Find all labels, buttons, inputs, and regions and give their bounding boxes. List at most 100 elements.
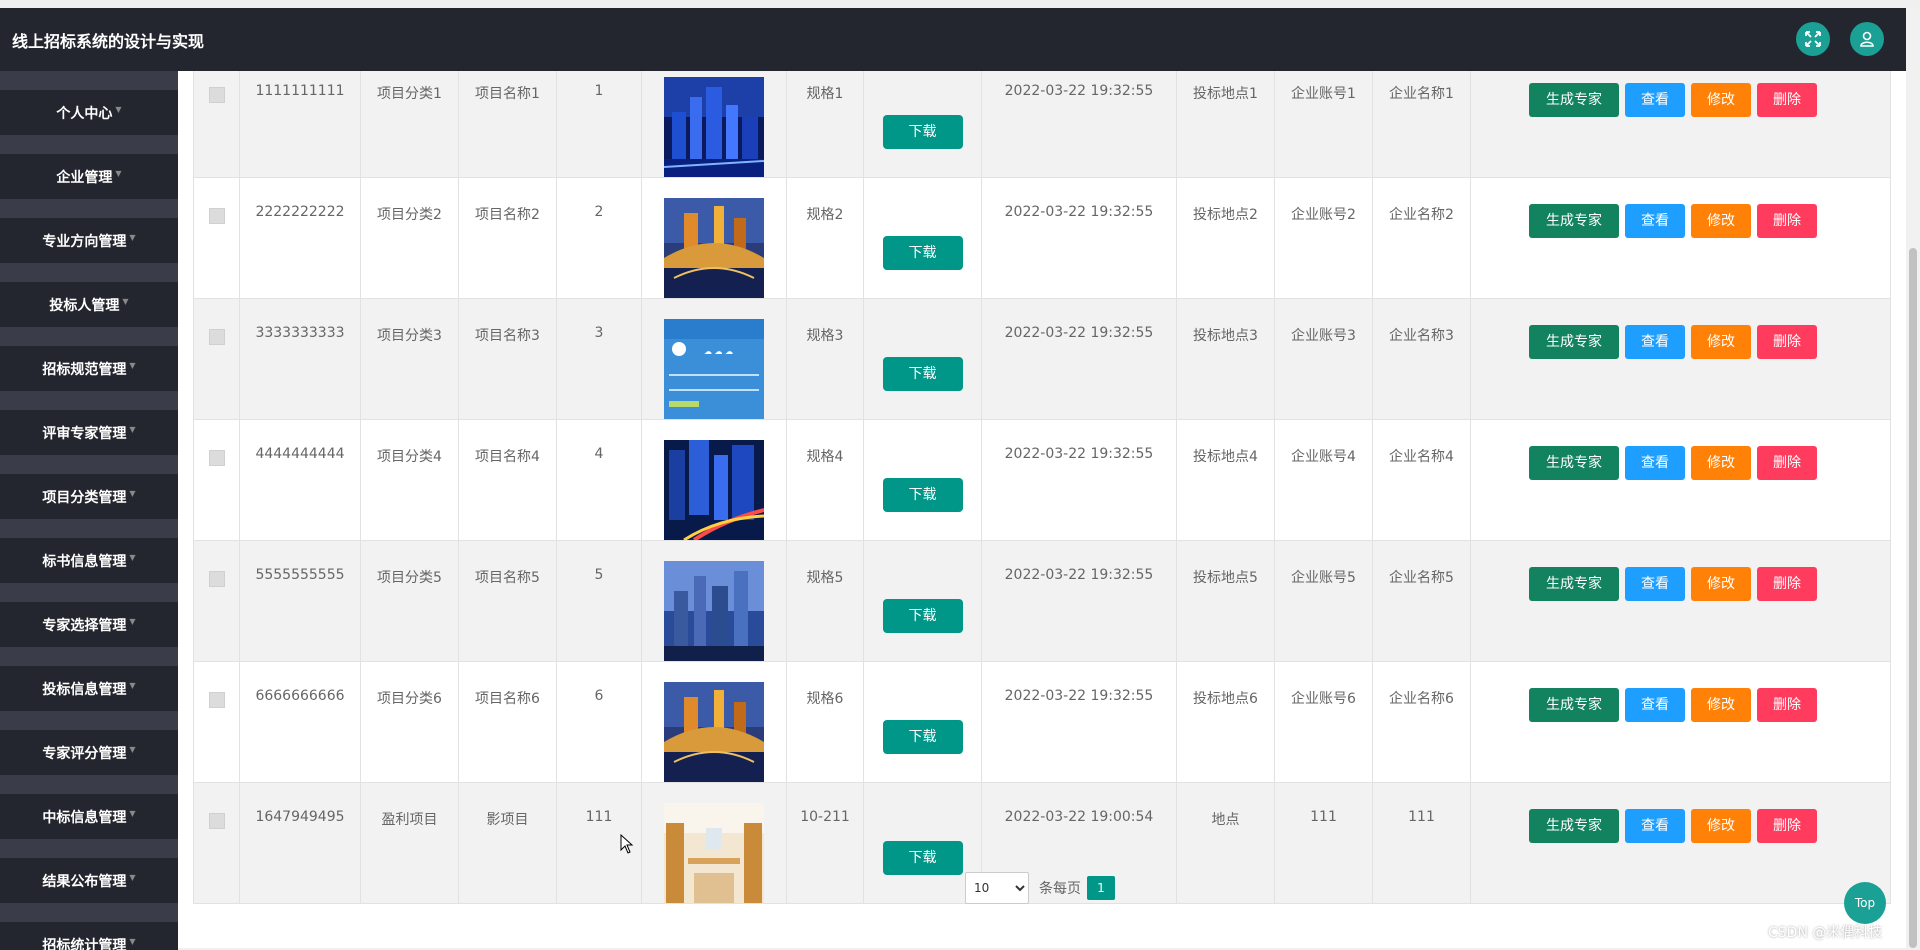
edit-button[interactable]: 修改	[1691, 688, 1751, 722]
download-button[interactable]: 下载	[882, 720, 963, 754]
sidebar-item-result[interactable]: 结果公布管理 ▼	[0, 858, 178, 903]
sidebar-item-major[interactable]: 专业方向管理 ▼	[0, 218, 178, 263]
sidebar-item-expert-score[interactable]: 专家评分管理 ▼	[0, 730, 178, 775]
generate-expert-button[interactable]: 生成专家	[1529, 204, 1619, 238]
generate-expert-button[interactable]: 生成专家	[1529, 567, 1619, 601]
row-checkbox[interactable]	[208, 450, 225, 466]
view-button[interactable]: 查看	[1625, 567, 1685, 601]
edit-button[interactable]: 修改	[1691, 567, 1751, 601]
sidebar-item-label: 中标信息管理	[42, 809, 127, 826]
cell-qty: 2	[556, 177, 642, 299]
user-icon	[1860, 31, 1874, 47]
page-size-select[interactable]: 102050100	[965, 872, 1029, 904]
sidebar-item-label: 企业管理	[56, 169, 113, 186]
chevron-down-icon: ▼	[129, 361, 136, 370]
delete-button[interactable]: 删除	[1757, 809, 1817, 843]
sidebar-item-bid-info[interactable]: 投标信息管理 ▼	[0, 666, 178, 711]
download-button[interactable]: 下载	[882, 478, 963, 512]
view-button[interactable]: 查看	[1625, 204, 1685, 238]
download-button[interactable]: 下载	[882, 357, 963, 391]
download-button[interactable]: 下载	[882, 841, 963, 875]
cell-company: 企业名称1	[1372, 71, 1471, 178]
sidebar-item-label: 结果公布管理	[42, 873, 127, 890]
view-button[interactable]: 查看	[1625, 446, 1685, 480]
row-checkbox[interactable]	[208, 692, 225, 708]
sidebar-item-category[interactable]: 项目分类管理 ▼	[0, 474, 178, 519]
row-checkbox[interactable]	[208, 329, 225, 345]
cell-category: 项目分类4	[360, 419, 459, 541]
delete-button[interactable]: 删除	[1757, 567, 1817, 601]
generate-expert-button[interactable]: 生成专家	[1529, 325, 1619, 359]
sidebar-item-label: 标书信息管理	[42, 553, 127, 570]
row-thumbnail	[664, 198, 764, 298]
bid-doc-table: 1111111111 项目分类1 项目名称1 1 规格1 下载 2022-03-22 19:…	[193, 71, 1891, 904]
generate-expert-button[interactable]: 生成专家	[1529, 446, 1619, 480]
cell-name: 项目名称2	[458, 177, 557, 299]
sidebar-item-label: 专家评分管理	[42, 745, 127, 762]
sidebar-item-personal-center[interactable]: 个人中心 ▼	[0, 90, 178, 135]
sidebar-item-expert[interactable]: 评审专家管理 ▼	[0, 410, 178, 455]
edit-button[interactable]: 修改	[1691, 446, 1751, 480]
chevron-down-icon: ▼	[129, 489, 136, 498]
cell-spec: 10-211	[786, 782, 864, 904]
view-button[interactable]: 查看	[1625, 325, 1685, 359]
cell-id: 2222222222	[239, 177, 361, 299]
delete-button[interactable]: 删除	[1757, 688, 1817, 722]
sidebar-item-label: 评审专家管理	[42, 425, 127, 442]
delete-button[interactable]: 删除	[1757, 204, 1817, 238]
delete-button[interactable]: 删除	[1757, 83, 1817, 117]
chevron-down-icon: ▼	[129, 873, 136, 882]
fullscreen-button[interactable]	[1796, 22, 1830, 56]
sidebar-item-label: 招标统计管理	[42, 937, 127, 950]
scrollbar-thumb[interactable]	[1909, 248, 1917, 948]
row-thumbnail	[664, 561, 764, 661]
chevron-down-icon: ▼	[129, 681, 136, 690]
download-button[interactable]: 下载	[882, 115, 963, 149]
cell-place: 投标地点5	[1176, 540, 1275, 662]
cell-name: 项目名称4	[458, 419, 557, 541]
cell-spec: 规格4	[786, 419, 864, 541]
sidebar-item-statistics[interactable]: 招标统计管理 ▼	[0, 922, 178, 950]
sidebar-item-bidder[interactable]: 投标人管理 ▼	[0, 282, 178, 327]
cell-category: 项目分类3	[360, 298, 459, 420]
cell-qty: 5	[556, 540, 642, 662]
sidebar-item-winning[interactable]: 中标信息管理 ▼	[0, 794, 178, 839]
user-menu-button[interactable]	[1850, 22, 1884, 56]
sidebar-item-enterprise[interactable]: 企业管理 ▼	[0, 154, 178, 199]
sidebar-item-tender-spec[interactable]: 招标规范管理 ▼	[0, 346, 178, 391]
sidebar-item-bid-doc[interactable]: 标书信息管理 ▼	[0, 538, 178, 583]
page-scrollbar[interactable]	[1906, 8, 1920, 948]
row-checkbox[interactable]	[208, 87, 225, 103]
row-checkbox[interactable]	[208, 208, 225, 224]
edit-button[interactable]: 修改	[1691, 325, 1751, 359]
view-button[interactable]: 查看	[1625, 83, 1685, 117]
sidebar-item-expert-select[interactable]: 专家选择管理 ▼	[0, 602, 178, 647]
cell-category: 项目分类1	[360, 71, 459, 178]
cell-id: 1647949495	[239, 782, 361, 904]
edit-button[interactable]: 修改	[1691, 83, 1751, 117]
download-button[interactable]: 下载	[882, 236, 963, 270]
cell-place: 投标地点2	[1176, 177, 1275, 299]
delete-button[interactable]: 删除	[1757, 325, 1817, 359]
row-checkbox[interactable]	[208, 813, 225, 829]
generate-expert-button[interactable]: 生成专家	[1529, 809, 1619, 843]
cell-company: 111	[1372, 782, 1471, 904]
cell-place: 投标地点4	[1176, 419, 1275, 541]
cell-place: 地点	[1176, 782, 1275, 904]
generate-expert-button[interactable]: 生成专家	[1529, 83, 1619, 117]
app-title: 线上招标系统的设计与实现	[12, 32, 205, 51]
edit-button[interactable]: 修改	[1691, 809, 1751, 843]
page-number-button[interactable]: 1	[1087, 876, 1115, 900]
delete-button[interactable]: 删除	[1757, 446, 1817, 480]
view-button[interactable]: 查看	[1625, 688, 1685, 722]
generate-expert-button[interactable]: 生成专家	[1529, 688, 1619, 722]
edit-button[interactable]: 修改	[1691, 204, 1751, 238]
row-checkbox[interactable]	[208, 571, 225, 587]
cell-category: 项目分类2	[360, 177, 459, 299]
cell-company: 企业名称6	[1372, 661, 1471, 783]
chevron-down-icon: ▼	[129, 233, 136, 242]
download-button[interactable]: 下载	[882, 599, 963, 633]
sidebar-item-label: 项目分类管理	[42, 489, 127, 506]
view-button[interactable]: 查看	[1625, 809, 1685, 843]
back-to-top-button[interactable]: Top	[1844, 882, 1886, 924]
